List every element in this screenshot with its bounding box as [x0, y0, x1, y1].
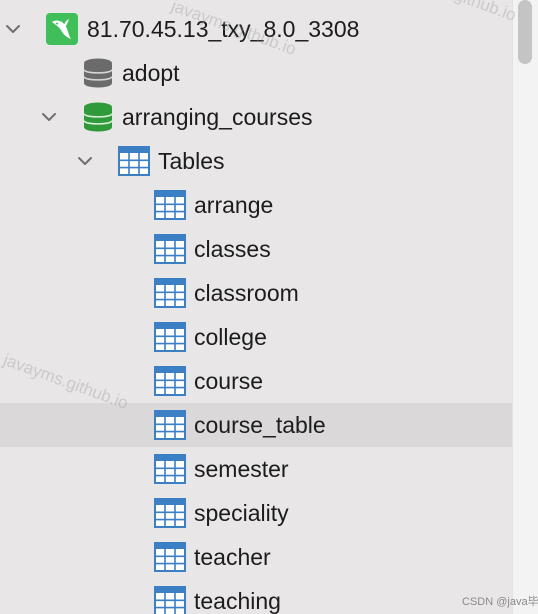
table-icon	[154, 498, 186, 528]
database-row-arranging-courses[interactable]: arranging_courses	[0, 95, 512, 139]
table-label: course	[194, 368, 264, 394]
table-label: classroom	[194, 280, 299, 306]
table-icon	[154, 542, 186, 572]
connection-label: 81.70.45.13_txy_8.0_3308	[87, 16, 360, 42]
table-icon	[154, 190, 186, 220]
table-label: course_table	[194, 412, 326, 438]
mysql-dolphin-icon	[46, 13, 78, 45]
chevron-down-icon[interactable]	[76, 152, 94, 170]
table-icon	[154, 586, 186, 614]
table-label: teaching	[194, 588, 281, 614]
chevron-down-icon[interactable]	[40, 108, 58, 126]
table-label: classes	[194, 236, 271, 262]
vertical-scrollbar[interactable]	[512, 0, 538, 614]
table-row-semester[interactable]: semester	[0, 447, 512, 491]
table-label: arrange	[194, 192, 274, 218]
table-row-classes[interactable]: classes	[0, 227, 512, 271]
table-row-speciality[interactable]: speciality	[0, 491, 512, 535]
database-label: adopt	[122, 60, 180, 86]
database-label: arranging_courses	[122, 104, 313, 130]
table-icon	[154, 322, 186, 352]
table-label: teacher	[194, 544, 271, 570]
table-row-course-table[interactable]: course_table	[0, 403, 512, 447]
table-label: college	[194, 324, 267, 350]
table-icon	[118, 146, 150, 176]
table-icon	[154, 410, 186, 440]
table-row-teacher[interactable]: teacher	[0, 535, 512, 579]
table-label: speciality	[194, 500, 289, 526]
database-icon	[83, 102, 113, 132]
table-icon	[154, 278, 186, 308]
table-row-course[interactable]: course	[0, 359, 512, 403]
database-icon	[83, 58, 113, 88]
chevron-down-icon[interactable]	[4, 20, 22, 38]
database-row-adopt[interactable]: adopt	[0, 51, 512, 95]
tables-group-row[interactable]: Tables	[0, 139, 512, 183]
table-label: semester	[194, 456, 289, 482]
connection-row[interactable]: 81.70.45.13_txy_8.0_3308	[0, 7, 512, 51]
tables-group-label: Tables	[158, 148, 225, 174]
table-row-college[interactable]: college	[0, 315, 512, 359]
table-icon	[154, 454, 186, 484]
table-row-classroom[interactable]: classroom	[0, 271, 512, 315]
table-icon	[154, 366, 186, 396]
table-row-arrange[interactable]: arrange	[0, 183, 512, 227]
scrollbar-thumb[interactable]	[518, 0, 532, 64]
database-navigator-tree: 81.70.45.13_txy_8.0_3308 adopt arranging…	[0, 0, 512, 614]
table-icon	[154, 234, 186, 264]
table-row-teaching[interactable]: teaching	[0, 579, 512, 614]
